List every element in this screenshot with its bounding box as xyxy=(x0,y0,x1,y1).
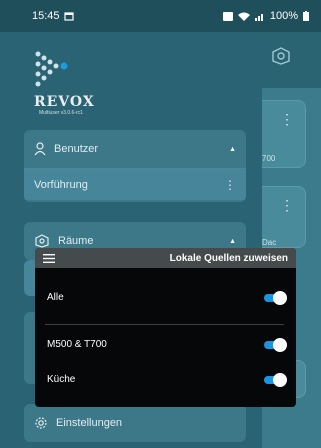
source-row-all: Alle xyxy=(47,290,287,305)
source-label: Alle xyxy=(47,292,64,303)
kebab-icon[interactable]: ⋮ xyxy=(280,112,294,126)
battery-icon xyxy=(303,11,309,21)
rooms-icon xyxy=(35,234,49,248)
source-label: M500 & T700 xyxy=(47,339,107,350)
battery-percent: 100% xyxy=(269,10,298,22)
status-right: 100% xyxy=(222,10,309,22)
status-time: 15:45 xyxy=(32,10,60,22)
mute-icon xyxy=(222,11,233,21)
collapse-arrow-icon[interactable]: ▲ xyxy=(229,238,236,245)
assign-local-sources-dialog: Lokale Quellen zuweisen Alle M500 & T700… xyxy=(35,248,296,407)
settings-section: Einstellungen xyxy=(24,404,246,442)
source-row: Küche xyxy=(47,372,287,387)
kebab-icon[interactable]: ⋮ xyxy=(280,198,294,212)
toggle-switch[interactable] xyxy=(264,337,287,352)
kebab-icon[interactable]: ⋮ xyxy=(224,178,236,192)
gear-icon xyxy=(35,417,47,429)
dialog-header: Lokale Quellen zuweisen xyxy=(35,248,296,268)
background-card-label: Dac xyxy=(262,238,277,247)
menu-icon[interactable] xyxy=(43,253,55,263)
user-item-label: Vorführung xyxy=(34,178,88,191)
dialog-title: Lokale Quellen zuweisen xyxy=(169,252,288,264)
divider xyxy=(45,324,284,325)
source-label: Küche xyxy=(47,374,76,385)
collapse-arrow-icon[interactable]: ▲ xyxy=(229,146,236,153)
rooms-settings-icon[interactable] xyxy=(270,46,292,66)
user-item[interactable]: Vorführung ⋮ xyxy=(24,168,246,200)
signal-icon xyxy=(254,13,263,21)
wifi-icon xyxy=(237,12,250,21)
app-version: Multiuser v3.0.6-rc1 xyxy=(39,110,83,116)
toggle-switch[interactable] xyxy=(264,290,287,305)
users-section-label: Benutzer xyxy=(54,143,99,155)
calendar-icon xyxy=(63,12,74,21)
status-bar: 15:45 100% xyxy=(0,0,321,32)
source-row: M500 & T700 xyxy=(47,337,287,352)
settings-label: Einstellungen xyxy=(56,417,123,429)
users-section-header[interactable]: Benutzer ▲ xyxy=(24,130,246,168)
users-section: Benutzer ▲ Vorführung ⋮ xyxy=(24,130,246,202)
brand-name: REVOX xyxy=(34,94,95,110)
toggle-switch[interactable] xyxy=(264,372,287,387)
user-icon xyxy=(34,142,46,156)
status-left: 15:45 xyxy=(32,10,74,22)
background-card-label: 700 xyxy=(262,154,276,163)
settings-button[interactable]: Einstellungen xyxy=(24,404,246,442)
rooms-section-label: Räume xyxy=(58,235,94,247)
revox-logo-icon xyxy=(35,51,68,87)
